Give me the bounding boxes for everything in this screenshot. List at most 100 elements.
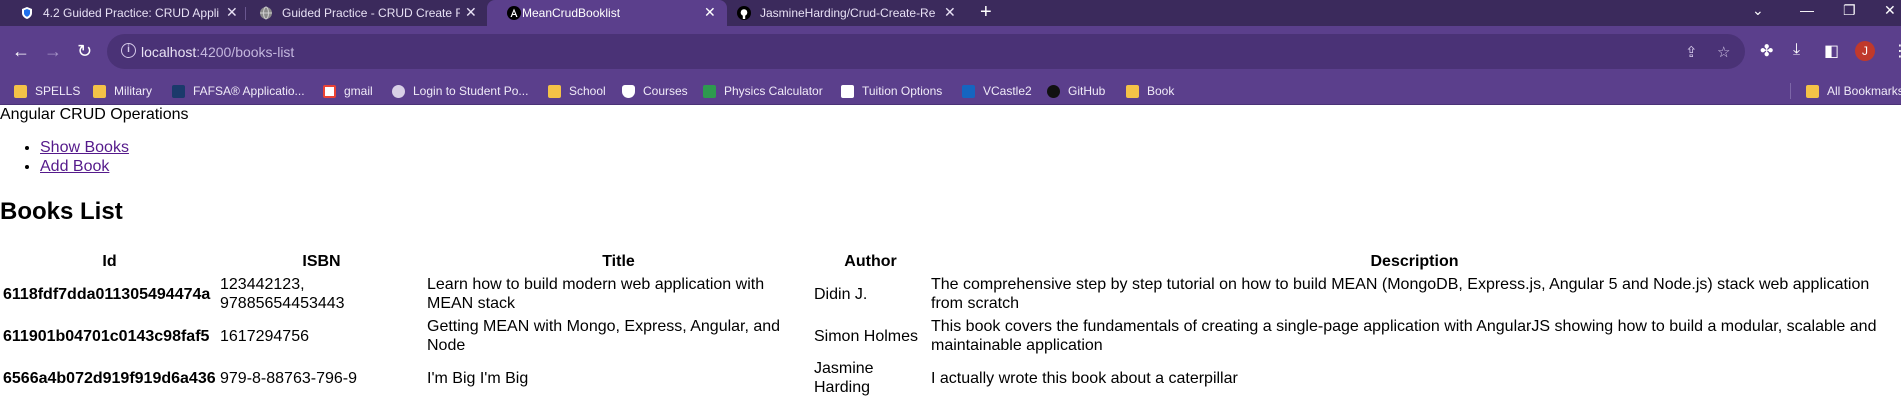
close-tab-icon[interactable]: ✕ <box>944 4 956 21</box>
page-content: Angular CRUD Operations Show Books Add B… <box>0 105 1901 401</box>
bookmark-label: Courses <box>643 84 688 98</box>
document-icon <box>841 84 854 98</box>
share-icon[interactable]: ⇪ <box>1685 43 1698 61</box>
reload-icon[interactable]: ↻ <box>77 41 92 62</box>
book-isbn-cell: 1617294756 <box>220 327 309 345</box>
restore-icon[interactable]: ❐ <box>1843 2 1856 19</box>
bookmark-star-icon[interactable]: ☆ <box>1717 43 1730 61</box>
column-header-author: Author <box>844 253 897 270</box>
url-host: localhost <box>141 44 197 60</box>
page-title: Books List <box>0 198 123 225</box>
bookmark-tuition-options[interactable]: Tuition Options <box>841 82 942 100</box>
extensions-icon[interactable]: ✤ <box>1760 41 1773 61</box>
bookmark-gmail[interactable]: gmail <box>323 82 373 100</box>
url-text[interactable]: localhost:4200/books-list <box>141 44 294 60</box>
book-description-cell: The comprehensive step by step tutorial … <box>931 276 1870 312</box>
angular-icon <box>507 6 521 20</box>
column-header-description: Description <box>1370 253 1459 270</box>
book-title-cell: I'm Big I'm Big <box>427 369 529 387</box>
folder-icon <box>93 84 106 98</box>
book-author-cell: Didin J. <box>814 285 868 303</box>
folder-icon <box>1806 84 1819 98</box>
globe-icon <box>392 84 405 98</box>
book-description-cell: This book covers the fundamentals of cre… <box>931 318 1877 354</box>
tab-label: 4.2 Guided Practice: CRUD Appli <box>43 6 220 20</box>
sqrt-icon <box>703 84 716 98</box>
fafsa-icon <box>172 84 185 98</box>
bookmark-spells[interactable]: SPELLS <box>14 82 80 100</box>
tab-label: JasmineHarding/Crud-Create-Re <box>760 6 936 20</box>
bookmark-all-bookmarks[interactable]: All Bookmarks <box>1806 82 1901 100</box>
bookmark-label: All Bookmarks <box>1827 84 1901 98</box>
bookmark-github[interactable]: GitHub <box>1047 82 1105 100</box>
bookmarks-bar: SPELLS Military FAFSA® Applicatio... gma… <box>0 77 1901 105</box>
bookmark-label: Military <box>114 84 152 98</box>
bookmark-physics-calculator[interactable]: Physics Calculator <box>703 82 823 100</box>
minimize-icon[interactable]: — <box>1800 2 1814 18</box>
bookmark-vcastle2[interactable]: VCastle2 <box>962 82 1032 100</box>
bookmark-military[interactable]: Military <box>93 82 152 100</box>
bookmark-label: VCastle2 <box>983 84 1032 98</box>
folder-icon <box>548 84 561 98</box>
tab-guided-practice-crud[interactable]: 4.2 Guided Practice: CRUD Appli ✕ <box>0 0 245 26</box>
bookmark-label: gmail <box>344 84 373 98</box>
github-icon <box>737 6 751 20</box>
book-description-cell: I actually wrote this book about a cater… <box>931 369 1238 387</box>
tab-label: Guided Practice - CRUD Create F <box>282 6 460 20</box>
column-header-id: Id <box>102 253 117 270</box>
nav-item-add-book: Add Book <box>40 158 129 177</box>
add-book-link[interactable]: Add Book <box>40 158 109 175</box>
bookmark-fafsa[interactable]: FAFSA® Applicatio... <box>172 82 305 100</box>
folder-icon <box>14 84 27 98</box>
window-close-icon[interactable]: ✕ <box>1884 2 1896 19</box>
shield-icon <box>622 84 635 98</box>
n-icon <box>962 84 975 98</box>
folder-icon <box>1126 84 1139 98</box>
bookmark-label: Physics Calculator <box>724 84 823 98</box>
bookmarks-separator <box>1790 83 1791 99</box>
book-isbn-cell: 123442123, 97885654453443 <box>220 276 345 312</box>
gmail-icon <box>323 84 336 98</box>
book-isbn-cell: 979-8-88763-796-9 <box>220 369 357 387</box>
close-tab-icon[interactable]: ✕ <box>704 4 716 21</box>
tab-mean-crud-booklist[interactable]: MeanCrudBooklist ✕ <box>487 0 727 26</box>
table-row: 6566a4b072d919f919d6a436 979-8-88763-796… <box>2 358 1899 398</box>
column-header-title: Title <box>602 253 635 270</box>
nav-item-show-books: Show Books <box>40 139 129 158</box>
download-icon[interactable]: ⤓ <box>1793 41 1800 59</box>
table-header-row: Id ISBN Title Author Description <box>2 252 1899 272</box>
tab-github-repo[interactable]: JasmineHarding/Crud-Create-Re ✕ <box>727 0 970 26</box>
forward-arrow-icon[interactable]: → <box>44 41 62 62</box>
book-id-cell: 611901b04701c0143c98faf5 <box>3 327 210 345</box>
browser-toolbar: ← → ↻ i localhost:4200/books-list ⇪ ☆ ✤ … <box>0 26 1901 77</box>
book-author-cell: Jasmine Harding <box>814 360 874 396</box>
close-tab-icon[interactable]: ✕ <box>226 4 238 21</box>
table-row: 611901b04701c0143c98faf5 1617294756 Gett… <box>2 316 1899 356</box>
app-title: Angular CRUD Operations <box>0 106 189 123</box>
bookmark-label: FAFSA® Applicatio... <box>193 84 305 98</box>
bookmark-book[interactable]: Book <box>1126 82 1174 100</box>
close-tab-icon[interactable]: ✕ <box>465 4 477 21</box>
tab-label: MeanCrudBooklist <box>522 6 621 20</box>
tab-search-icon[interactable]: ⌄ <box>1752 2 1764 19</box>
github-icon <box>1047 84 1060 98</box>
shield-icon <box>20 6 34 20</box>
tab-strip: 4.2 Guided Practice: CRUD Appli ✕ Guided… <box>0 0 1901 26</box>
book-id-cell: 6566a4b072d919f919d6a436 <box>3 369 216 387</box>
info-icon[interactable]: i <box>121 43 136 58</box>
bookmark-school[interactable]: School <box>548 82 606 100</box>
menu-icon[interactable]: ⋮ <box>1892 41 1901 61</box>
bookmark-label: Book <box>1147 84 1175 98</box>
address-bar[interactable]: i localhost:4200/books-list ⇪ ☆ <box>107 34 1745 69</box>
avatar[interactable]: J <box>1855 41 1875 61</box>
table-row: 6118fdf7dda011305494474a 123442123, 9788… <box>2 274 1899 314</box>
new-tab-button[interactable]: + <box>980 2 992 22</box>
tab-guided-practice-create[interactable]: Guided Practice - CRUD Create F ✕ <box>239 0 484 26</box>
bookmark-student-portal[interactable]: Login to Student Po... <box>392 82 528 100</box>
book-id-cell: 6118fdf7dda011305494474a <box>3 285 211 303</box>
side-panel-icon[interactable]: ◧ <box>1824 41 1839 61</box>
book-title-cell: Learn how to build modern web applicatio… <box>427 276 765 312</box>
bookmark-courses[interactable]: Courses <box>622 82 688 100</box>
back-arrow-icon[interactable]: ← <box>12 41 30 62</box>
show-books-link[interactable]: Show Books <box>40 139 129 156</box>
